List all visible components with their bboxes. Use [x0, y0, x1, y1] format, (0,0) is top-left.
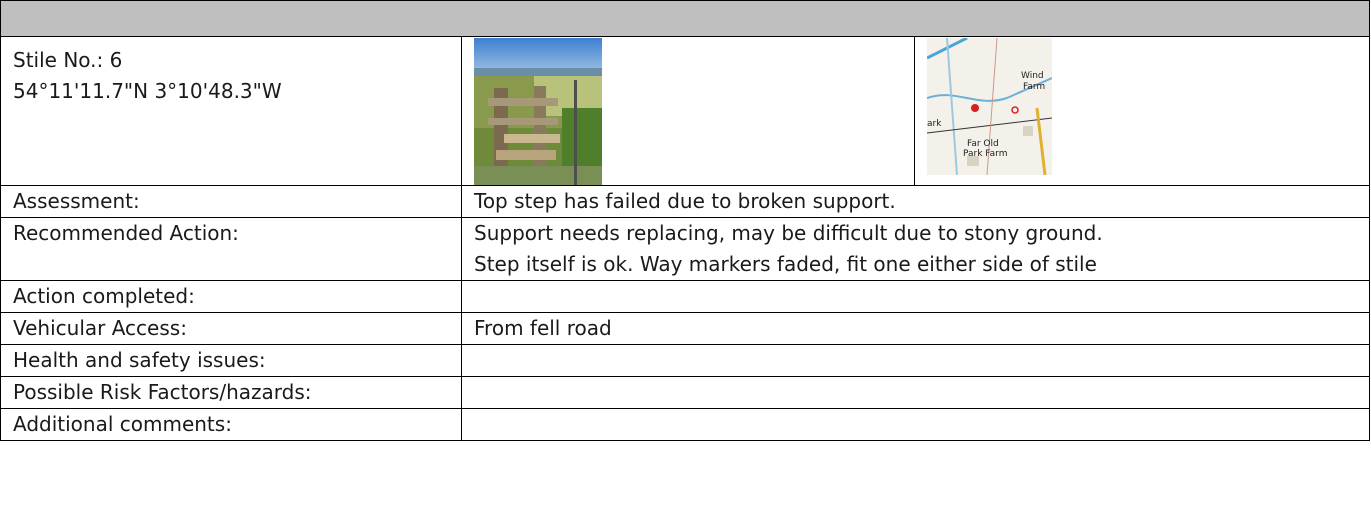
- recommended-action-line-1: Support needs replacing, may be difficul…: [474, 221, 1103, 245]
- stile-coordinates: 54°11'11.7"N 3°10'48.3"W: [13, 79, 282, 103]
- location-map: Wind Farm ark Far Old Park Farm: [927, 38, 1052, 175]
- additional-comments-row: Additional comments:: [0, 408, 1371, 441]
- risk-factors-value: [460, 376, 1371, 409]
- recommended-action-row: Recommended Action: Support needs replac…: [0, 217, 1371, 281]
- svg-text:Wind: Wind: [1021, 71, 1044, 81]
- stile-info-row: Stile No.: 6 54°11'11.7"N 3°10'48.3"W Wi…: [0, 36, 1371, 186]
- svg-text:Park Farm: Park Farm: [963, 149, 1008, 159]
- table-header-bar: [0, 0, 1371, 37]
- photo-cell: [461, 36, 915, 186]
- vehicular-access-value: From fell road: [460, 312, 1371, 345]
- additional-comments-label: Additional comments:: [0, 408, 462, 441]
- recommended-action-value: Support needs replacing, may be difficul…: [460, 217, 1371, 281]
- svg-text:Farm: Farm: [1023, 82, 1045, 92]
- assessment-value: Top step has failed due to broken suppor…: [460, 185, 1371, 218]
- stile-photo: [474, 38, 602, 185]
- svg-text:Far Old: Far Old: [967, 139, 999, 149]
- stile-number: Stile No.: 6: [13, 48, 123, 72]
- health-safety-value: [460, 344, 1371, 377]
- vehicular-access-label: Vehicular Access:: [0, 312, 462, 345]
- header-cell: [0, 0, 1371, 37]
- action-completed-row: Action completed:: [0, 280, 1371, 313]
- additional-comments-value: [460, 408, 1371, 441]
- assessment-row: Assessment: Top step has failed due to b…: [0, 185, 1371, 218]
- stile-info-cell: Stile No.: 6 54°11'11.7"N 3°10'48.3"W: [0, 36, 462, 186]
- action-completed-value: [460, 280, 1371, 313]
- recommended-action-line-2: Step itself is ok. Way markers faded, fi…: [474, 252, 1097, 276]
- action-completed-label: Action completed:: [0, 280, 462, 313]
- svg-text:ark: ark: [927, 119, 942, 129]
- health-safety-label: Health and safety issues:: [0, 344, 462, 377]
- vehicular-access-row: Vehicular Access: From fell road: [0, 312, 1371, 345]
- map-cell: Wind Farm ark Far Old Park Farm: [913, 36, 1371, 186]
- recommended-action-label: Recommended Action:: [0, 217, 462, 281]
- risk-factors-label: Possible Risk Factors/hazards:: [0, 376, 462, 409]
- health-safety-row: Health and safety issues:: [0, 344, 1371, 377]
- assessment-label: Assessment:: [0, 185, 462, 218]
- stile-report-sheet: Stile No.: 6 54°11'11.7"N 3°10'48.3"W Wi…: [0, 0, 1371, 509]
- stile-report-table: Stile No.: 6 54°11'11.7"N 3°10'48.3"W Wi…: [0, 0, 1371, 441]
- risk-factors-row: Possible Risk Factors/hazards:: [0, 376, 1371, 409]
